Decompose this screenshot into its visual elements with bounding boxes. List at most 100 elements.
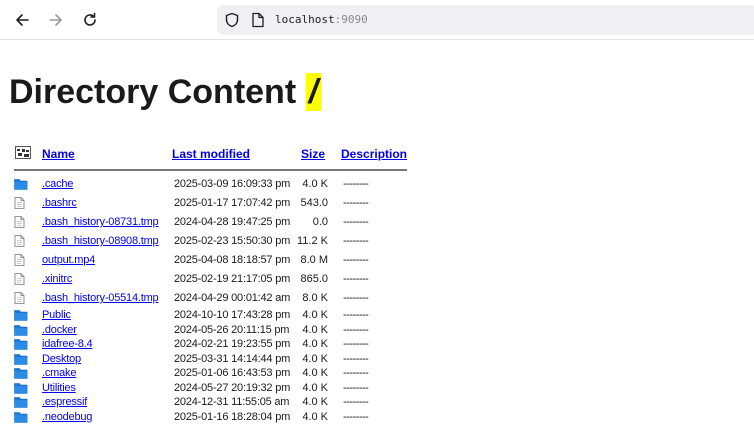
back-button[interactable] — [9, 8, 35, 32]
table-row: .bashrc 2025-01-17 17:07:42 pm 543.0 ------… — [12, 195, 412, 214]
folder-icon — [14, 338, 28, 353]
table-row: .bash_history-08731.tmp 2024-04-28 19:47:… — [12, 214, 412, 233]
folder-icon — [14, 324, 28, 339]
entry-description: -------- — [343, 309, 369, 321]
reload-button[interactable] — [77, 8, 103, 32]
entry-size: 4.0 K — [302, 410, 328, 423]
entry-description: -------- — [343, 396, 369, 408]
address-bar[interactable]: localhost:9090 — [217, 5, 754, 35]
entry-size: 0.0 — [312, 216, 328, 228]
table-row: idafree-8.4 2024-02-21 19:23:55 pm 4.0 K --… — [12, 338, 412, 353]
entry-modified: 2025-02-19 21:17:05 pm — [174, 273, 291, 285]
url-host: localhost — [275, 13, 335, 26]
file-icon — [14, 216, 25, 231]
entry-modified: 2024-04-29 00:01:42 am — [174, 292, 291, 304]
sort-by-description-link[interactable]: Description — [341, 147, 407, 161]
entry-description: -------- — [343, 273, 369, 285]
entry-size: 8.0 K — [302, 292, 328, 304]
table-row: Public 2024-10-10 17:43:28 pm 4.0 K -------… — [12, 309, 412, 324]
table-row: output.mp4 2025-04-08 18:18:57 pm 8.0 M ---… — [12, 252, 412, 271]
reload-icon — [84, 12, 96, 26]
entry-size: 4.0 K — [302, 178, 328, 190]
entry-name-link[interactable]: .bash_history-05514.tmp — [42, 292, 159, 304]
entry-modified: 2025-04-08 18:18:57 pm — [174, 254, 291, 266]
entry-name-link[interactable]: idafree-8.4 — [42, 338, 93, 350]
sort-by-name-link[interactable]: Name — [42, 147, 75, 161]
entry-modified: 2025-01-17 17:07:42 pm — [174, 197, 291, 209]
entry-description: -------- — [343, 235, 369, 247]
table-row: Desktop 2025-03-31 14:14:44 pm 4.0 K ------… — [12, 353, 412, 368]
table-row: .cache 2025-03-09 16:09:33 pm 4.0 K -------… — [12, 176, 412, 195]
url-port: :9090 — [334, 13, 368, 26]
entry-description: -------- — [343, 254, 369, 266]
entry-size: 4.0 K — [302, 352, 328, 365]
entry-name-link[interactable]: Public — [42, 309, 71, 321]
entry-modified: 2024-05-26 20:11:15 pm — [174, 323, 290, 336]
listing-rows: .cache 2025-03-09 16:09:33 pm 4.0 K -------… — [12, 176, 412, 425]
entry-name-link[interactable]: .cmake — [42, 367, 76, 379]
entry-size: 543.0 — [300, 197, 328, 209]
entry-size: 4.0 K — [302, 309, 328, 321]
entry-name-link[interactable]: .cache — [42, 178, 73, 190]
sort-by-modified-link[interactable]: Last modified — [172, 147, 250, 161]
entry-description: -------- — [343, 410, 369, 423]
entry-name-link[interactable]: output.mp4 — [42, 254, 95, 266]
table-row: .xinitrc 2025-02-19 21:17:05 pm 865.0 -----… — [12, 271, 412, 290]
forward-arrow-icon — [49, 14, 62, 26]
entry-description: -------- — [343, 367, 369, 379]
entry-size: 4.0 K — [302, 396, 328, 408]
entry-name-link[interactable]: .neodebug — [42, 411, 92, 423]
folder-icon — [14, 309, 28, 324]
entry-name-link[interactable]: Desktop — [42, 353, 81, 365]
entry-size: 4.0 K — [302, 338, 328, 350]
entry-name-link[interactable]: .docker — [42, 324, 77, 336]
file-icon — [14, 273, 25, 288]
file-icon — [14, 235, 25, 250]
entry-name-link[interactable]: Utilities — [42, 382, 76, 394]
entry-description: -------- — [343, 197, 369, 209]
entry-modified: 2025-03-09 16:09:33 pm — [174, 178, 291, 190]
folder-icon — [14, 367, 28, 382]
listing-header: Name Last modified Size Description — [12, 142, 412, 171]
entry-size: 4.0 K — [302, 367, 328, 379]
entry-description: -------- — [343, 381, 369, 394]
entry-modified: 2025-03-31 14:14:44 pm — [174, 352, 291, 365]
entry-name-link[interactable]: .bashrc — [42, 197, 77, 209]
folder-icon — [14, 382, 28, 397]
entry-description: -------- — [343, 352, 369, 365]
page-title-text: Directory Content — [9, 73, 306, 111]
back-arrow-icon — [16, 14, 29, 26]
folder-icon — [14, 411, 28, 426]
shield-icon[interactable] — [224, 12, 240, 28]
entry-size: 4.0 K — [302, 381, 328, 394]
entry-modified: 2025-01-06 16:43:53 pm — [174, 367, 291, 379]
entry-name-link[interactable]: .espressif — [42, 396, 87, 408]
entry-name-link[interactable]: .bash_history-08908.tmp — [42, 235, 159, 247]
entry-size: 11.2 K — [297, 235, 328, 247]
entry-description: -------- — [343, 216, 369, 228]
entry-modified: 2024-02-21 19:23:55 pm — [174, 338, 291, 350]
entry-size: 865.0 — [300, 273, 328, 285]
blank-header-icon — [15, 146, 31, 159]
url-text[interactable]: localhost:9090 — [275, 13, 368, 26]
folder-icon — [14, 178, 28, 193]
entry-description: -------- — [343, 178, 369, 190]
entry-modified: 2024-04-28 19:47:25 pm — [174, 216, 291, 228]
folder-icon — [14, 396, 28, 411]
file-icon — [14, 292, 25, 307]
sort-by-size-link[interactable]: Size — [301, 147, 325, 161]
page-title-path: / — [305, 73, 322, 111]
page-icon[interactable] — [251, 12, 265, 28]
browser-toolbar: localhost:9090 — [0, 0, 754, 40]
table-row: .bash_history-05514.tmp 2024-04-29 00:01:… — [12, 290, 412, 309]
entry-name-link[interactable]: .bash_history-08731.tmp — [42, 216, 159, 228]
entry-size: 8.0 M — [300, 254, 328, 266]
entry-modified: 2025-01-16 18:28:04 pm — [174, 410, 291, 423]
table-row: .cmake 2025-01-06 16:43:53 pm 4.0 K -------… — [12, 367, 412, 382]
entry-modified: 2024-10-10 17:43:28 pm — [174, 309, 291, 321]
forward-button[interactable] — [43, 8, 69, 32]
page-title: Directory Content / — [9, 72, 322, 112]
folder-icon — [14, 353, 28, 368]
table-row: Utilities 2024-05-27 20:19:32 pm 4.0 K ----… — [12, 382, 412, 397]
entry-name-link[interactable]: .xinitrc — [42, 273, 72, 285]
